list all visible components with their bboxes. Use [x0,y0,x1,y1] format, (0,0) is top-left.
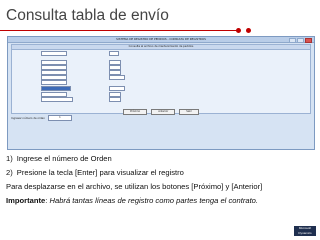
important-label: Importante [6,196,46,205]
maximize-icon[interactable] [297,38,304,43]
form-field[interactable] [41,97,73,102]
order-number-input[interactable]: 1 [47,115,72,121]
form-row [86,51,119,56]
form-row [86,70,121,75]
instruction-text: Presione la tecla [Enter] para visualiza… [16,168,184,177]
form-row [18,75,67,80]
order-number-row: Ingresar número de orden 1 [11,115,81,121]
form-field[interactable] [109,70,121,75]
anterior-button[interactable]: Anterior [151,109,176,115]
form-row [18,97,73,102]
form-row [86,60,121,65]
form-field[interactable] [109,60,121,65]
order-number-label: Ingresar número de orden [11,116,45,120]
form-field[interactable] [41,60,67,65]
close-icon[interactable] [305,38,312,43]
minimize-icon[interactable] [289,38,296,43]
slide-title: Consulta tabla de envío [6,7,169,24]
form-field[interactable] [41,70,67,75]
form-field[interactable] [109,51,119,56]
form-field[interactable] [109,92,121,97]
form-row [86,65,121,70]
form-row [18,92,67,97]
form-field[interactable] [109,97,121,102]
form-row [86,97,121,102]
form-row [18,80,67,85]
record-form: Consulta al archivo de mantenimiento de … [11,44,311,115]
proximo-button[interactable]: Próximo [123,109,148,115]
form-field[interactable] [41,86,71,91]
form-row [86,75,125,80]
form-field[interactable] [109,65,121,70]
form-field[interactable] [41,65,67,70]
form-title: Consulta al archivo de mantenimiento de … [12,45,310,50]
salir-button[interactable]: Salir [179,109,199,115]
app-window: SISTEMA DE REGISTRO DE PEDIDOS - CONSULT… [7,36,315,150]
window-title-bar: SISTEMA DE REGISTRO DE PEDIDOS - CONSULT… [8,37,314,43]
form-field[interactable] [109,75,125,80]
brand-logo: Microsoft Dynamics [294,226,316,236]
instruction-number: 2) [6,168,13,177]
form-field[interactable] [41,51,67,56]
title-rule [0,30,240,31]
form-row [18,65,67,70]
form-field[interactable] [41,75,67,80]
instructions: 1) Ingrese el número de Orden 2) Presione … [6,154,314,210]
form-row [18,51,67,56]
form-row [86,86,125,91]
form-field[interactable] [41,92,67,97]
form-row [18,86,71,91]
instruction-text: Ingrese el número de Orden [16,154,112,163]
important-note: Importante: Habrá tantas líneas de regis… [6,196,259,205]
window-title: SISTEMA DE REGISTRO DE PEDIDOS - CONSULT… [116,37,206,41]
form-row [18,70,67,75]
navigation-note: Para desplazarse en el archivo, se utili… [6,182,263,191]
instruction-item: 1) Ingrese el número de Orden [6,154,314,164]
window-controls [289,38,312,43]
instruction-number: 1) [6,154,13,163]
title-rule-dot [246,28,251,33]
form-row [18,60,67,65]
form-row [86,92,121,97]
form-field[interactable] [109,86,125,91]
instruction-item: 2) Presione la tecla [Enter] para visuali… [6,168,314,178]
title-rule-dot [236,28,241,33]
form-field[interactable] [41,80,67,85]
important-text: Habrá tantas líneas de registro como par… [49,196,259,205]
